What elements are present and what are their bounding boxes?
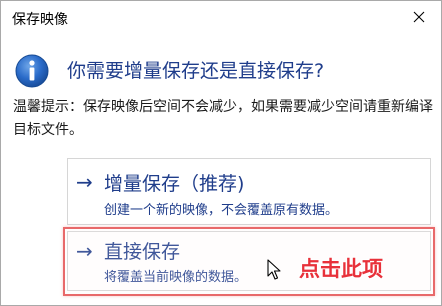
close-button[interactable]	[397, 1, 441, 33]
dialog-heading: 你需要增量保存还是直接保存?	[67, 60, 325, 82]
incremental-save-option[interactable]: → 增量保存（推荐) 创建一个新的映像，不会覆盖原有数据。	[67, 158, 431, 225]
mouse-cursor-icon	[267, 259, 281, 280]
save-image-dialog: 保存映像 你需要增量保存还是直接保存? 温馨提示：保存映像后空间不会减少，如果需…	[0, 0, 442, 306]
option-title: 增量保存（推荐)	[104, 173, 245, 195]
option-subtitle: 创建一个新的映像，不会覆盖原有数据。	[104, 203, 339, 218]
window-title: 保存映像	[12, 12, 68, 28]
option-subtitle: 将覆盖当前映像的数据。	[104, 270, 248, 285]
annotation-label: 点击此项	[299, 257, 383, 281]
info-icon	[15, 54, 49, 88]
dialog-description: 温馨提示：保存映像后空间不会减少，如果需要减少空间请重新编译目标文件。	[13, 99, 433, 138]
title-bar: 保存映像	[1, 1, 441, 35]
arrow-right-icon: →	[76, 170, 93, 194]
option-title: 直接保存	[104, 241, 181, 263]
arrow-right-icon: →	[76, 239, 93, 263]
close-icon	[413, 11, 425, 23]
